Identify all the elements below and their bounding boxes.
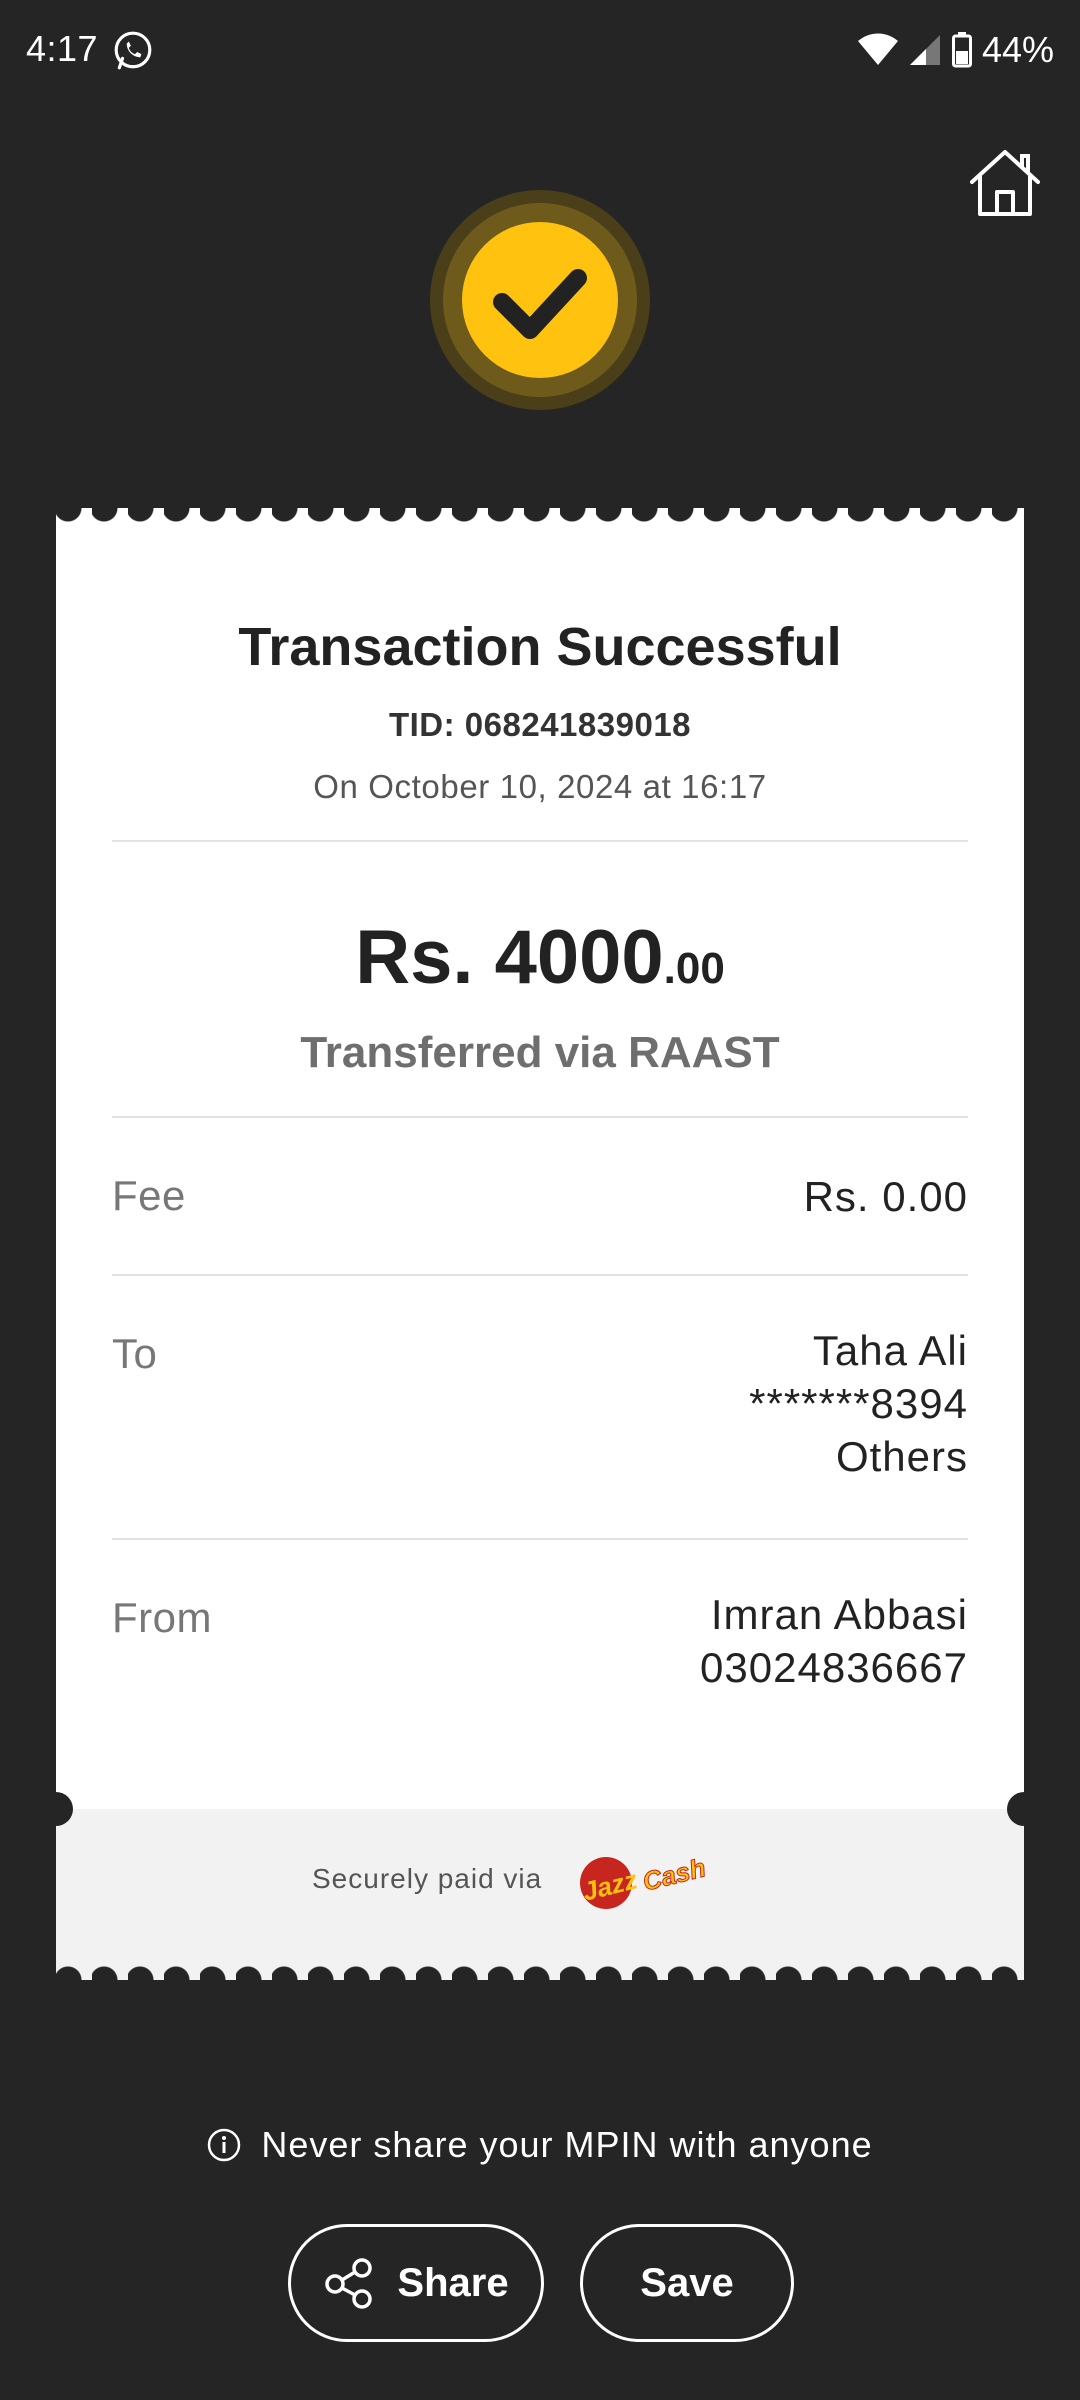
sender-number: 03024836667 <box>700 1644 968 1691</box>
sender-name: Imran Abbasi <box>710 1591 968 1638</box>
signal-icon <box>909 35 940 65</box>
status-bar: 4:17 44% <box>0 0 1080 100</box>
recipient-bank: Others <box>835 1433 968 1480</box>
receipt-notch-right <box>1007 1792 1041 1826</box>
share-icon <box>325 2258 373 2309</box>
from-label: From <box>112 1594 212 1641</box>
amount-decimal: .00 <box>663 944 725 993</box>
to-label: To <box>112 1330 158 1377</box>
transaction-title: Transaction Successful <box>238 617 842 677</box>
to-details: Taha Ali *******8394 Others <box>749 1324 968 1483</box>
securely-paid-text: Securely paid via <box>312 1863 543 1894</box>
receipt-bottom-edge <box>56 1954 1024 1980</box>
jazzcash-logo: Jazz Cash <box>580 1852 709 1909</box>
status-icons: 44% <box>857 28 1054 72</box>
amount-main: Rs. 4000 <box>355 915 664 1000</box>
notice-text: Never share your MPIN with anyone <box>261 2124 873 2165</box>
info-icon <box>208 2128 241 2162</box>
receipt-body: Transaction Successful TID: 068241839018… <box>56 534 1024 1809</box>
divider <box>112 1538 968 1540</box>
receipt-card: Transaction Successful TID: 068241839018… <box>39 508 1041 1980</box>
status-time: 4:17 <box>26 28 99 69</box>
fee-value: Rs. 0.00 <box>803 1173 968 1220</box>
receipt-notch-left <box>39 1792 73 1826</box>
share-button[interactable]: Share <box>288 2224 544 2342</box>
success-check-icon <box>430 190 650 410</box>
receipt-top-edge <box>56 508 1024 534</box>
divider <box>112 1274 968 1276</box>
home-icon[interactable] <box>968 146 1042 218</box>
wifi-icon <box>857 33 898 65</box>
battery-percent: 44% <box>981 29 1054 70</box>
battery-icon <box>951 32 972 68</box>
transaction-datetime: On October 10, 2024 at 16:17 <box>313 768 767 805</box>
fee-label: Fee <box>112 1172 186 1219</box>
svg-text:Cash: Cash <box>640 1852 709 1896</box>
save-button[interactable]: Save <box>580 2224 794 2342</box>
save-label: Save <box>640 2260 734 2305</box>
screen: 4:17 44% Transaction Successful TID: 068… <box>0 0 1080 2400</box>
receipt-footer: Securely paid via Jazz Cash <box>56 1809 1024 1954</box>
security-notice: Never share your MPIN with anyone <box>0 2124 1080 2166</box>
share-label: Share <box>397 2260 509 2305</box>
from-details: Imran Abbasi 03024836667 <box>700 1588 968 1694</box>
whatsapp-icon <box>114 31 152 70</box>
recipient-name: Taha Ali <box>812 1327 968 1374</box>
amount: Rs. 4000.00 <box>56 914 1024 1001</box>
divider <box>112 1116 968 1118</box>
recipient-account: *******8394 <box>749 1380 968 1427</box>
divider <box>112 840 968 842</box>
transaction-id: TID: 068241839018 <box>388 706 692 743</box>
transfer-method: Transferred via RAAST <box>300 1028 780 1077</box>
